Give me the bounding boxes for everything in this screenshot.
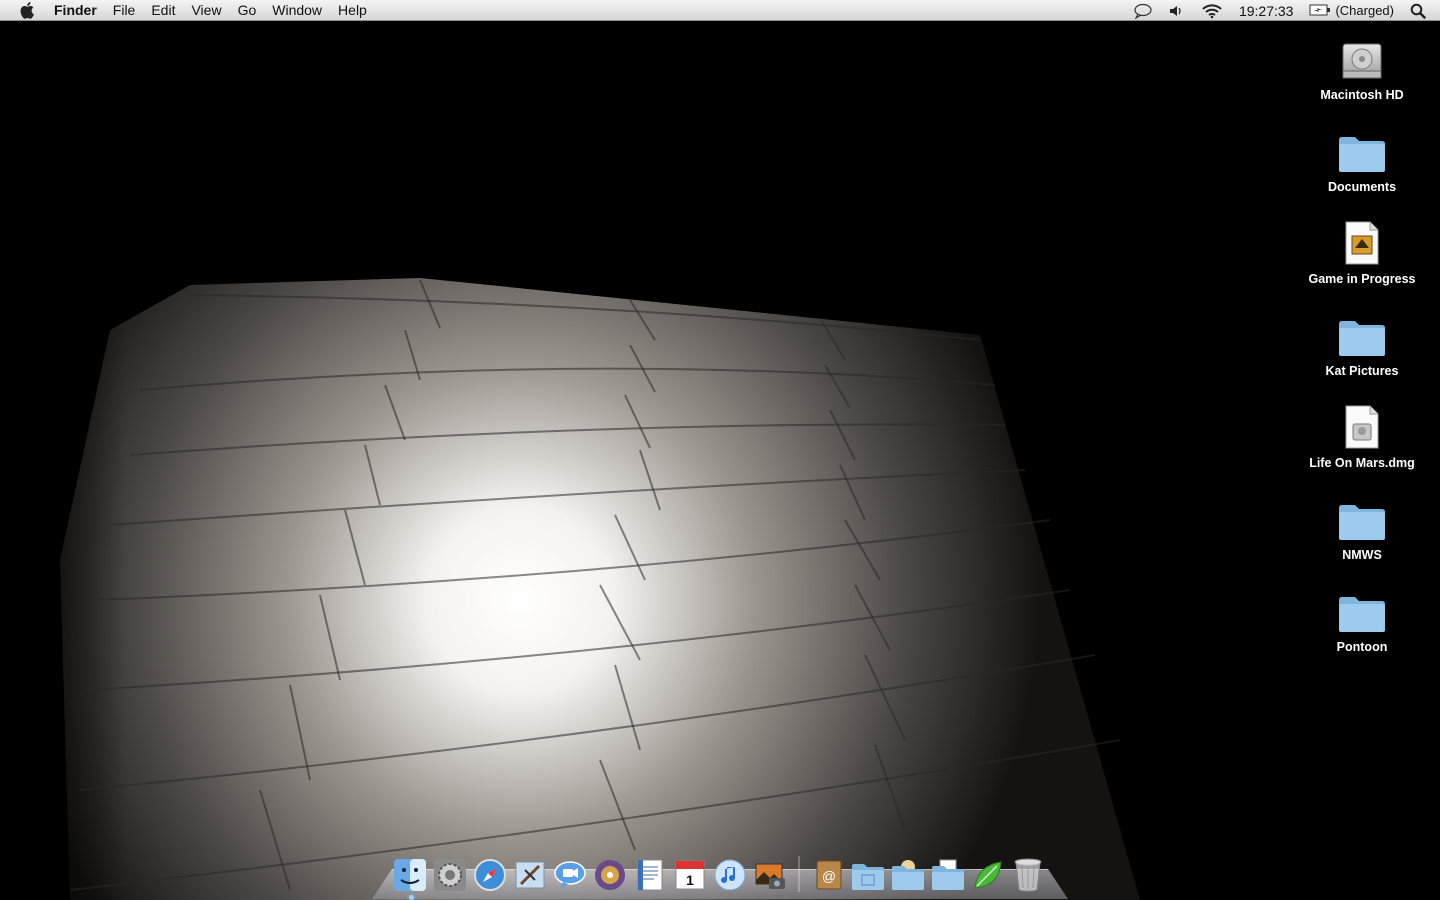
menu-app-name[interactable]: Finder (47, 0, 105, 21)
dock: 1 @ (372, 846, 1068, 900)
hard-drive-icon (1337, 30, 1387, 82)
ichat-icon[interactable] (552, 854, 588, 892)
desktop-icon-label: NMWS (1342, 548, 1382, 562)
menu-view[interactable]: View (183, 0, 229, 21)
battery-label: (Charged) (1335, 3, 1394, 18)
menu-clock[interactable]: 19:27:33 (1231, 0, 1302, 21)
desktop-icon-label: Pontoon (1336, 640, 1388, 654)
desktop-icon-pontoon[interactable]: Pontoon (1297, 582, 1427, 654)
battery-status[interactable]: (Charged) (1301, 0, 1402, 21)
desktop-icon-label: Life On Mars.dmg (1309, 456, 1415, 470)
desktop-icon-nmws[interactable]: NMWS (1297, 490, 1427, 562)
desktop-icon-label: Documents (1327, 180, 1397, 194)
menu-help[interactable]: Help (330, 0, 375, 21)
menu-file[interactable]: File (105, 0, 144, 21)
itunes-icon[interactable] (712, 854, 748, 892)
iphoto-icon[interactable] (752, 854, 788, 892)
documents-folder-icon[interactable] (890, 854, 926, 892)
desktop-icon-macintosh-hd[interactable]: Macintosh HD (1297, 30, 1427, 102)
desktop-icon-game-in-progress[interactable]: Game in Progress (1297, 214, 1427, 286)
desktop-wallpaper (0, 0, 1440, 900)
desktop-icon-life-on-mars-dmg[interactable]: Life On Mars.dmg (1297, 398, 1427, 470)
trash-icon[interactable] (1010, 854, 1046, 892)
dock-separator (798, 856, 800, 892)
disk-image-icon (1337, 398, 1387, 450)
mail-icon[interactable] (512, 854, 548, 892)
svg-text:1: 1 (686, 872, 694, 888)
speech-bubble-icon[interactable] (1125, 0, 1161, 21)
svg-text:@: @ (822, 868, 836, 884)
menu-bar: Finder File Edit View Go Window Help 19:… (0, 0, 1440, 21)
menu-edit[interactable]: Edit (143, 0, 183, 21)
folder-icon (1337, 582, 1387, 634)
desktop-icon-kat-pictures[interactable]: Kat Pictures (1297, 306, 1427, 378)
folder-icon (1337, 122, 1387, 174)
folder-icon (1337, 306, 1387, 358)
menu-go[interactable]: Go (230, 0, 265, 21)
textedit-icon[interactable] (632, 854, 668, 892)
ical-icon[interactable]: 1 (672, 854, 708, 892)
applications-folder-icon[interactable] (850, 854, 886, 892)
battery-charging-icon (1309, 3, 1331, 19)
desktop-icon-label: Kat Pictures (1325, 364, 1399, 378)
desktop-icon-documents[interactable]: Documents (1297, 122, 1427, 194)
menu-window[interactable]: Window (264, 0, 330, 21)
spotlight-magnifier-icon[interactable] (1402, 0, 1440, 21)
speaker-icon[interactable] (1161, 0, 1193, 21)
running-indicator (409, 895, 414, 900)
document-icon (1337, 214, 1387, 266)
folder-icon (1337, 490, 1387, 542)
itunes-radio-icon[interactable] (592, 854, 628, 892)
desktop-icon-label: Game in Progress (1308, 272, 1416, 286)
downloads-folder-icon[interactable] (930, 854, 966, 892)
wifi-icon[interactable] (1193, 0, 1231, 21)
desktop-icon-label: Macintosh HD (1320, 88, 1404, 102)
finder-icon[interactable] (392, 854, 428, 892)
system-preferences-icon[interactable] (432, 854, 468, 892)
safari-icon[interactable] (472, 854, 508, 892)
apple-menu-icon[interactable] (17, 0, 39, 21)
growl-icon[interactable] (970, 854, 1006, 892)
address-book-icon[interactable]: @ (810, 854, 846, 892)
